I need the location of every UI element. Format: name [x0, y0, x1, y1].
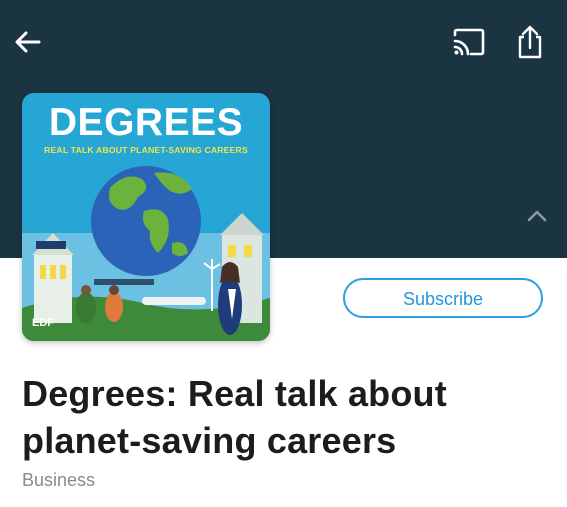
podcast-category[interactable]: Business — [22, 470, 95, 491]
artwork-title: DEGREES — [48, 101, 244, 144]
podcast-artwork: DEGREES REAL TALK ABOUT PLANET-SAVING CA… — [22, 93, 270, 341]
podcast-title: Degrees: Real talk about planet-saving c… — [22, 373, 447, 461]
subscribe-button[interactable]: Subscribe — [343, 278, 543, 318]
edf-logo: EDF — [32, 317, 54, 329]
cast-icon[interactable] — [451, 26, 487, 58]
artwork-subtitle: REAL TALK ABOUT PLANET-SAVING CAREERS — [44, 145, 248, 155]
share-icon[interactable] — [514, 24, 546, 60]
back-arrow-icon[interactable] — [12, 26, 44, 58]
chevron-up-icon[interactable] — [524, 206, 550, 226]
